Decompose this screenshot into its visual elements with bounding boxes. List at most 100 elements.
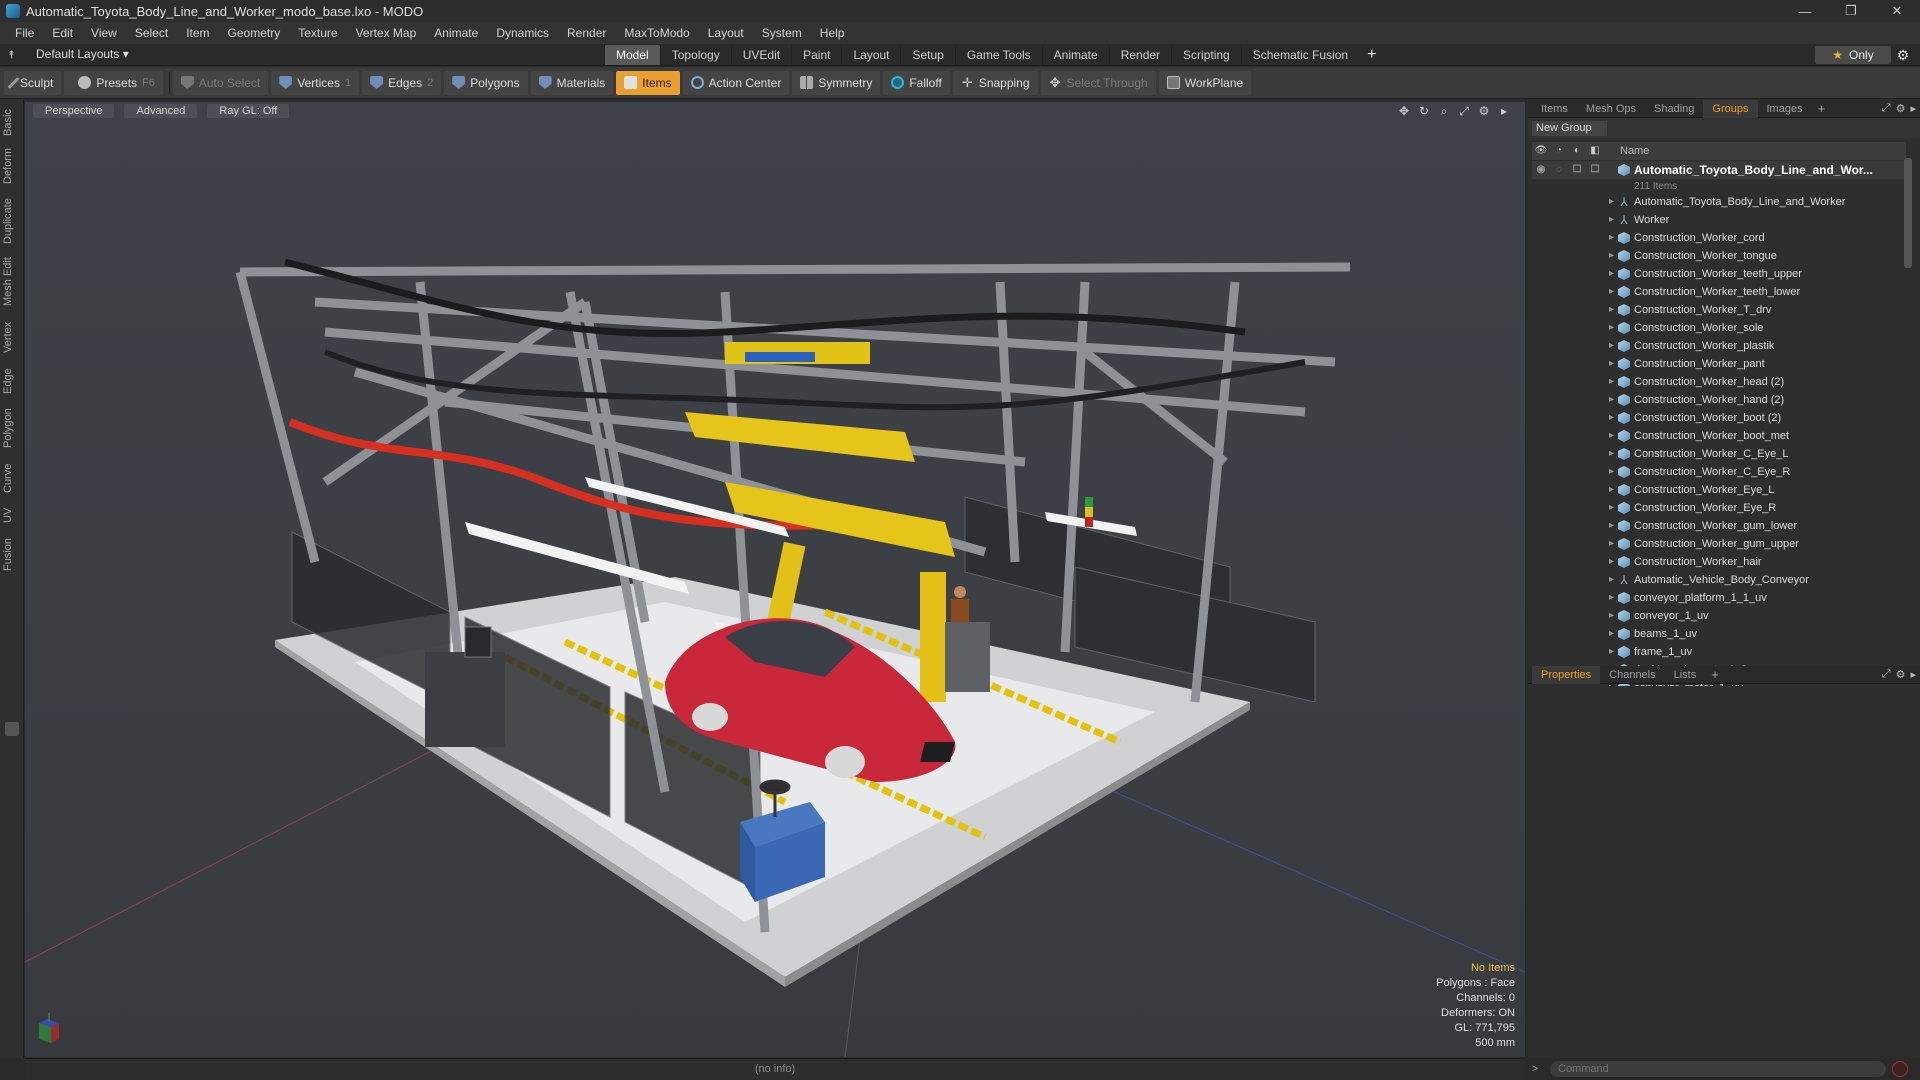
pan-icon[interactable]: ✥ — [1397, 104, 1411, 118]
tab-lists[interactable]: Lists — [1665, 666, 1706, 684]
action-center-button[interactable]: Action Center — [682, 70, 790, 95]
tree-item-row[interactable]: ▸ Construction_Worker_gum_lower — [1532, 517, 1906, 535]
only-button[interactable]: ★ Only — [1815, 46, 1891, 64]
tree-item-row[interactable]: ▸ ⅄ Automatic_Vehicle_Body_Conveyor — [1532, 571, 1906, 589]
tab-vertex[interactable]: Vertex — [2, 318, 22, 356]
advanced-button[interactable]: Advanced — [124, 104, 198, 118]
tree-item-row[interactable]: ▸ beams_1_uv — [1532, 625, 1906, 643]
tab-deform[interactable]: Deform — [2, 146, 22, 186]
perspective-button[interactable]: Perspective — [33, 104, 115, 118]
expand-arrow-icon[interactable]: ▸ — [1532, 319, 1618, 337]
tab-paint[interactable]: Paint — [791, 45, 841, 65]
properties-settings-icon[interactable]: ⚙ — [1896, 668, 1906, 681]
symmetry-button[interactable]: Symmetry — [792, 70, 881, 95]
expand-arrow-icon[interactable]: ▸ — [1532, 301, 1618, 319]
expand-arrow-icon[interactable]: ▸ — [1532, 427, 1618, 445]
tab-setup[interactable]: Setup — [900, 45, 954, 65]
menu-texture[interactable]: Texture — [289, 22, 346, 44]
expand-arrow-icon[interactable]: ▸ — [1532, 265, 1618, 283]
falloff-button[interactable]: Falloff — [883, 70, 950, 95]
minimize-button[interactable]: — — [1782, 0, 1828, 22]
expand-arrow-icon[interactable]: ▸ — [1532, 499, 1618, 517]
polygons-button[interactable]: Polygons — [444, 70, 528, 95]
tab-mesh-edit[interactable]: Mesh Edit — [2, 256, 22, 308]
expand-arrow-icon[interactable]: ▸ — [1532, 643, 1618, 661]
tab-game-tools[interactable]: Game Tools — [954, 45, 1042, 65]
tree-item-row[interactable]: ▸ Construction_Worker_cord — [1532, 229, 1906, 247]
expand-arrow-icon[interactable]: ▸ — [1532, 553, 1618, 571]
expand-arrow-icon[interactable]: ▸ — [1532, 193, 1618, 211]
edges-button[interactable]: Edges 2 — [362, 70, 442, 95]
tab-curve[interactable]: Curve — [2, 460, 22, 496]
menu-view[interactable]: View — [82, 22, 126, 44]
tab-layout[interactable]: Layout — [841, 45, 900, 65]
select-through-button[interactable]: ✥ Select Through — [1040, 70, 1156, 95]
viewport-more-icon[interactable]: ▸ — [1497, 104, 1511, 118]
tree-item-row[interactable]: ▸ Construction_Worker_tongue — [1532, 247, 1906, 265]
tree-item-row[interactable]: ▸ Construction_Worker_T_drv — [1532, 301, 1906, 319]
tab-groups[interactable]: Groups — [1703, 99, 1758, 118]
command-history-button[interactable] — [1892, 1061, 1908, 1077]
expand-arrow-icon[interactable]: ▸ — [1532, 625, 1618, 643]
tree-item-row[interactable]: ▸ Construction_Worker_boot (2) — [1532, 409, 1906, 427]
expand-arrow-icon[interactable]: ▸ — [1532, 463, 1618, 481]
expand-arrow-icon[interactable]: ▸ — [1532, 283, 1618, 301]
tab-polygon[interactable]: Polygon — [2, 406, 22, 450]
tree-item-row[interactable]: ▸ Construction_Worker_pant — [1532, 355, 1906, 373]
tab-topology[interactable]: Topology — [659, 45, 731, 65]
expand-arrow-icon[interactable]: ▸ — [1532, 391, 1618, 409]
tab-edge[interactable]: Edge — [2, 366, 22, 396]
fit-icon[interactable]: ⤢ — [1457, 104, 1471, 118]
tree-item-row[interactable]: ▸ Construction_Worker_boot_met — [1532, 427, 1906, 445]
expand-arrow-icon[interactable]: ▸ — [1532, 607, 1618, 625]
tree-item-row[interactable]: ▸ Construction_Worker_C_Eye_L — [1532, 445, 1906, 463]
tab-basic[interactable]: Basic — [2, 108, 22, 138]
expand-properties-icon[interactable]: ⤢ — [1882, 668, 1891, 681]
zoom-icon[interactable]: ⌕ — [1437, 104, 1451, 118]
tab-fusion[interactable]: Fusion — [2, 534, 22, 574]
raygl-button[interactable]: Ray GL: Off — [207, 104, 290, 118]
tree-item-row[interactable]: ▸ Construction_Worker_hair — [1532, 553, 1906, 571]
auto-select-button[interactable]: Auto Select — [172, 70, 269, 95]
close-button[interactable]: ✕ — [1874, 0, 1920, 22]
expand-arrow-icon[interactable]: ▸ — [1532, 589, 1618, 607]
expand-arrow-icon[interactable]: ▸ — [1532, 337, 1618, 355]
add-tab-button[interactable]: + — [1359, 45, 1384, 65]
workplane-button[interactable]: WorkPlane — [1158, 70, 1252, 95]
lock-column-icon[interactable]: ◐ — [1568, 142, 1586, 160]
render-column-icon[interactable]: ◔ — [1550, 142, 1568, 160]
tree-item-row[interactable]: ▸ conveyor_1_uv — [1532, 607, 1906, 625]
snapping-button[interactable]: ✛ Snapping — [952, 70, 1038, 95]
expand-arrow-icon[interactable]: ▸ — [1532, 517, 1618, 535]
new-group-button[interactable]: New Group — [1532, 120, 1607, 136]
tab-uvedit[interactable]: UVEdit — [730, 45, 791, 65]
tab-schematic-fusion[interactable]: Schematic Fusion — [1240, 45, 1359, 65]
menu-render[interactable]: Render — [558, 22, 615, 44]
menu-vertex-map[interactable]: Vertex Map — [347, 22, 426, 44]
menu-edit[interactable]: Edit — [43, 22, 82, 44]
expand-arrow-icon[interactable]: ▸ — [1532, 373, 1618, 391]
command-input[interactable] — [1550, 1061, 1886, 1077]
gear-icon[interactable]: ⚙ — [1893, 46, 1913, 64]
expand-arrow-icon[interactable]: ▸ — [1532, 445, 1618, 463]
expand-arrow-icon[interactable]: ▸ — [1532, 211, 1618, 229]
tree-item-row[interactable]: ▸ conveyor_platform_1_1_uv — [1532, 589, 1906, 607]
tree-item-row[interactable]: ▸ Construction_Worker_C_Eye_R — [1532, 463, 1906, 481]
menu-maxtomodo[interactable]: MaxToModo — [615, 22, 698, 44]
tab-model[interactable]: Model — [604, 45, 660, 65]
menu-system[interactable]: System — [753, 22, 811, 44]
tree-item-row[interactable]: ▸ Construction_Worker_Eye_L — [1532, 481, 1906, 499]
restore-button[interactable]: ❐ — [1828, 0, 1874, 22]
tab-channels[interactable]: Channels — [1600, 666, 1664, 684]
layout-selector[interactable]: Default Layouts ▾ — [36, 47, 129, 61]
strip-toggle-button[interactable] — [5, 722, 19, 736]
tree-item-row[interactable]: ▸ ⅄ Automatic_Toyota_Body_Line_and_Worker — [1532, 193, 1906, 211]
expand-arrow-icon[interactable]: ▸ — [1532, 247, 1618, 265]
select-column-icon[interactable]: ◧ — [1586, 142, 1604, 160]
sculpt-button[interactable]: Sculpt — [4, 70, 62, 95]
tab-uv[interactable]: UV — [2, 504, 22, 526]
menu-animate[interactable]: Animate — [425, 22, 487, 44]
tab-shading[interactable]: Shading — [1645, 100, 1703, 118]
3d-viewport[interactable]: Perspective Advanced Ray GL: Off ✥ ↻ ⌕ ⤢… — [25, 102, 1525, 1057]
tab-animate[interactable]: Animate — [1041, 45, 1109, 65]
